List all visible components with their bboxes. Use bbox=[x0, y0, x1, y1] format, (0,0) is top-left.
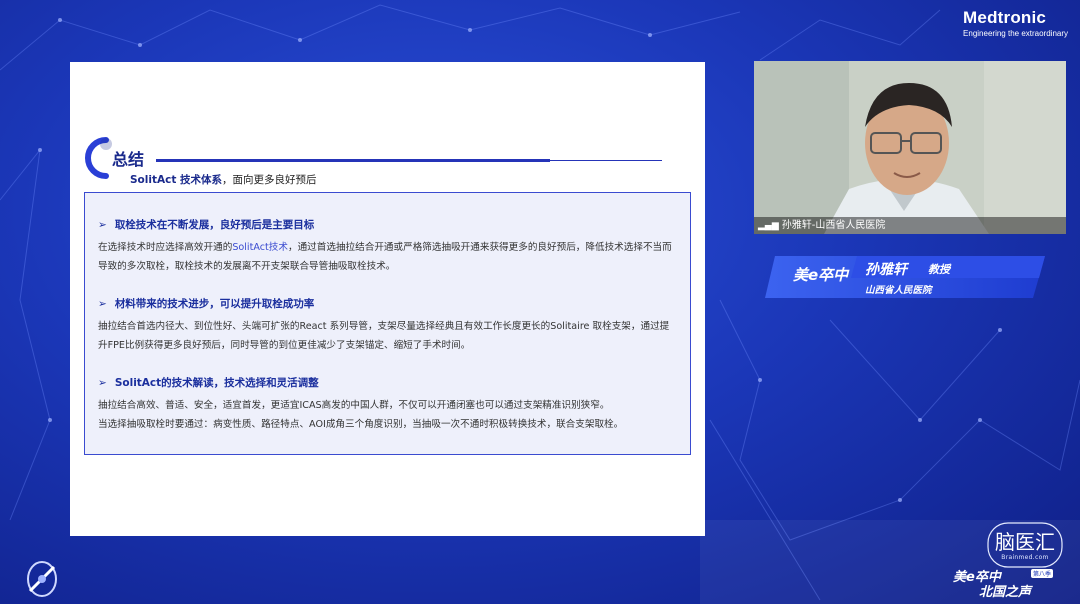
section-body-line: 当选择抽吸取栓时要通过：病变性质、路径特点、AOI成角三个角度识别，当抽吸一次不… bbox=[98, 419, 624, 430]
slide-subtitle: SolitAct 技术体系，面向更多良好预后 bbox=[130, 172, 317, 187]
speaker-title: 教授 bbox=[928, 263, 950, 276]
series-season-tag: 第八季 bbox=[1031, 569, 1054, 578]
heading-rule-thick bbox=[156, 159, 550, 162]
webcam-caption-text: 孙雅轩-山西省人民医院 bbox=[781, 220, 886, 231]
arrow-bullet-icon: ➢ bbox=[98, 219, 107, 231]
speaker-video-frame bbox=[754, 61, 1066, 234]
speaker-name: 孙雅轩 bbox=[865, 262, 907, 278]
summary-section: ➢ SolitAct的技术解读，技术选择和灵活调整 抽拉结合高效、普适、安全，适宜… bbox=[98, 375, 678, 434]
brand-tagline: Engineering the extraordinary bbox=[963, 29, 1068, 38]
series-logo: 美e卒中 第八季 北国之声 bbox=[953, 566, 1063, 602]
summary-content-box: ➢ 取栓技术在不断发展，良好预后是主要目标 在选择技术时应选择高效开通的Solit… bbox=[84, 192, 691, 455]
corner-emblem-icon bbox=[27, 561, 57, 597]
series-subtitle: 北国之声 bbox=[979, 585, 1032, 600]
naoyihui-logo: 脑医汇 Brainmed.com bbox=[985, 520, 1065, 570]
section-title-text: SolitAct的技术解读，技术选择和灵活调整 bbox=[114, 377, 319, 389]
speaker-organization: 山西省人民医院 bbox=[865, 285, 932, 296]
arrow-bullet-icon: ➢ bbox=[98, 377, 107, 389]
webcam-caption: ▂▄▆ 孙雅轩-山西省人民医院 bbox=[754, 217, 1066, 234]
section-body-part: 在选择技术时应选择高效开通的 bbox=[98, 242, 233, 253]
presentation-slide: 总结 SolitAct 技术体系，面向更多良好预后 ➢ 取栓技术在不断发展，良好预… bbox=[70, 62, 705, 536]
naoyihui-url: Brainmed.com bbox=[1001, 554, 1049, 561]
section-body: 在选择技术时应选择高效开通的SolitAct技术，通过首选抽拉结合开通或严格筛选… bbox=[98, 238, 678, 276]
section-title: ➢ SolitAct的技术解读，技术选择和灵活调整 bbox=[98, 375, 678, 390]
arrow-bullet-icon: ➢ bbox=[98, 298, 107, 310]
slide-heading: 总结 bbox=[112, 150, 145, 169]
signal-bars-icon: ▂▄▆ bbox=[758, 221, 779, 231]
speaker-webcam-video[interactable]: ▂▄▆ 孙雅轩-山西省人民医院 bbox=[754, 61, 1066, 234]
section-title-text: 材料带来的技术进步，可以提升取栓成功率 bbox=[114, 298, 315, 310]
heading-rule-thin bbox=[550, 160, 662, 161]
banner-brand: 美e卒中 bbox=[793, 266, 849, 284]
summary-section: ➢ 材料带来的技术进步，可以提升取栓成功率 抽拉结合首选内径大、到位性好、头端可扩… bbox=[98, 296, 678, 355]
speaker-name-banner: 美e卒中 孙雅轩 教授 山西省人民医院 bbox=[765, 252, 1045, 302]
section-title: ➢ 材料带来的技术进步，可以提升取栓成功率 bbox=[98, 296, 678, 311]
summary-section: ➢ 取栓技术在不断发展，良好预后是主要目标 在选择技术时应选择高效开通的Solit… bbox=[98, 217, 678, 276]
section-body: 抽拉结合首选内径大、到位性好、头端可扩张的React 系列导管，支架尽量选择经典… bbox=[98, 321, 670, 351]
subtitle-rest: ，面向更多良好预后 bbox=[222, 174, 317, 186]
slide-header: 总结 SolitAct 技术体系，面向更多良好预后 bbox=[84, 128, 664, 188]
naoyihui-name: 脑医汇 bbox=[995, 530, 1055, 554]
section-title-text: 取栓技术在不断发展，良好预后是主要目标 bbox=[114, 219, 315, 231]
section-body-line: 抽拉结合高效、普适、安全，适宜首发，更适宜ICAS高发的中国人群，不仅可以开通闭… bbox=[98, 400, 610, 411]
section-title: ➢ 取栓技术在不断发展，良好预后是主要目标 bbox=[98, 217, 678, 232]
medtronic-logo: Medtronic Engineering the extraordinary bbox=[963, 8, 1068, 38]
subtitle-emphasis: SolitAct 技术体系 bbox=[130, 174, 223, 186]
brand-name: Medtronic bbox=[963, 8, 1047, 27]
section-body-highlight: SolitAct技术 bbox=[232, 242, 288, 253]
